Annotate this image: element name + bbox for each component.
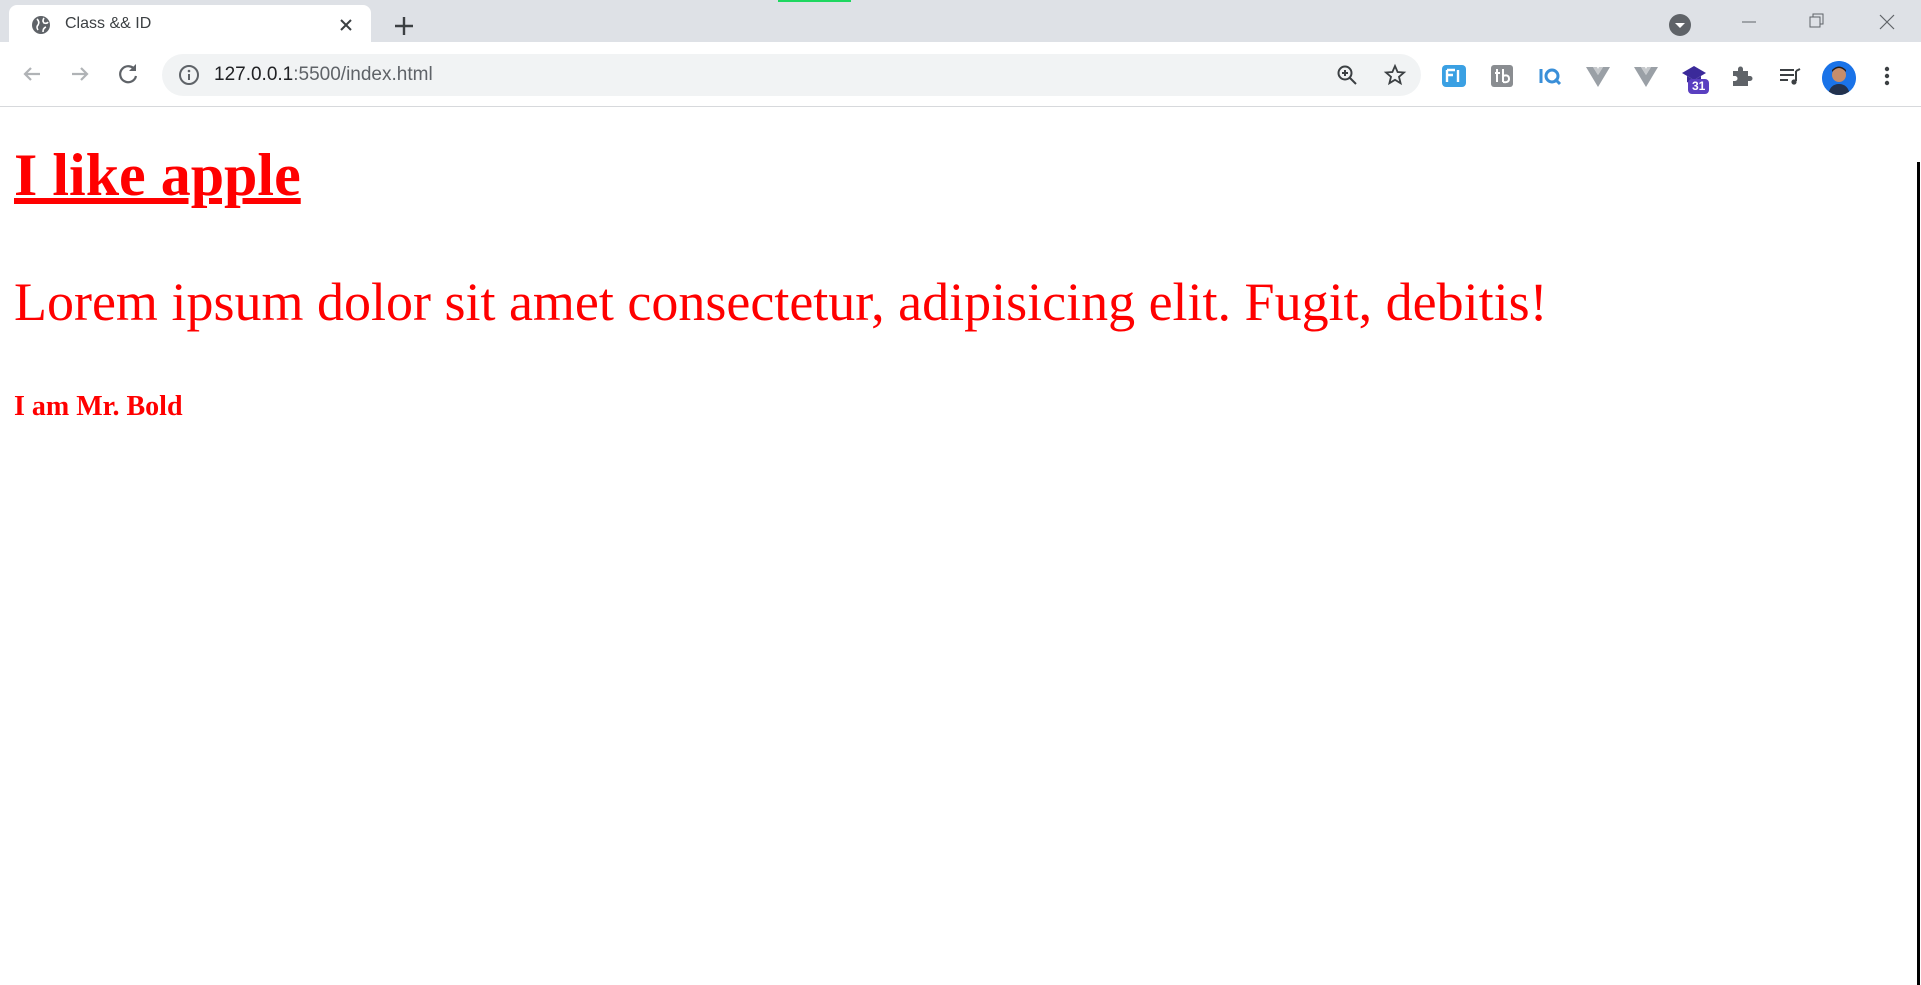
zoom-icon[interactable] — [1335, 63, 1359, 87]
minimize-icon[interactable] — [1729, 8, 1769, 36]
active-tab[interactable]: Class && ID — [9, 5, 371, 42]
plus-icon[interactable] — [391, 13, 417, 39]
avatar[interactable] — [1822, 61, 1856, 95]
puzzle-icon[interactable] — [1728, 62, 1756, 90]
info-icon[interactable] — [178, 64, 200, 86]
toolbar: 127.0.0.1:5500/index.html 31 — [0, 42, 1921, 107]
forward-icon[interactable] — [66, 60, 94, 88]
extension-fi-icon[interactable] — [1440, 62, 1468, 90]
extension-vue-icon[interactable] — [1584, 62, 1612, 90]
restore-icon[interactable] — [1796, 8, 1836, 36]
tab-strip: Class && ID — [0, 0, 1921, 42]
address-bar[interactable]: 127.0.0.1:5500/index.html — [162, 54, 1421, 96]
page-heading: I like apple — [14, 142, 301, 208]
page-edge-line — [1917, 162, 1920, 985]
window-close-icon[interactable] — [1866, 8, 1906, 36]
extension-badge: 31 — [1688, 79, 1710, 94]
extension-tb-icon[interactable] — [1488, 62, 1516, 90]
extension-vue-devtools-icon[interactable] — [1632, 62, 1660, 90]
lorem-paragraph: Lorem ipsum dolor sit amet consectetur, … — [14, 272, 1548, 332]
bold-text: I am Mr. Bold — [14, 391, 183, 422]
menu-icon[interactable] — [1873, 62, 1901, 90]
tab-title: Class && ID — [65, 15, 152, 32]
url-path: :5500/index.html — [293, 64, 433, 85]
url-host: 127.0.0.1 — [214, 64, 294, 85]
page-content: I like apple Lorem ipsum dolor sit amet … — [0, 107, 1921, 985]
back-icon[interactable] — [18, 60, 46, 88]
url-text[interactable]: 127.0.0.1:5500/index.html — [214, 65, 433, 85]
reload-icon[interactable] — [114, 60, 142, 88]
close-icon[interactable] — [336, 15, 356, 35]
loading-indicator — [778, 0, 851, 2]
extension-iq-icon[interactable] — [1536, 62, 1564, 90]
tab-search-icon[interactable] — [1668, 13, 1692, 37]
globe-icon — [32, 16, 50, 34]
star-icon[interactable] — [1383, 63, 1407, 87]
media-control-icon[interactable] — [1776, 62, 1804, 90]
